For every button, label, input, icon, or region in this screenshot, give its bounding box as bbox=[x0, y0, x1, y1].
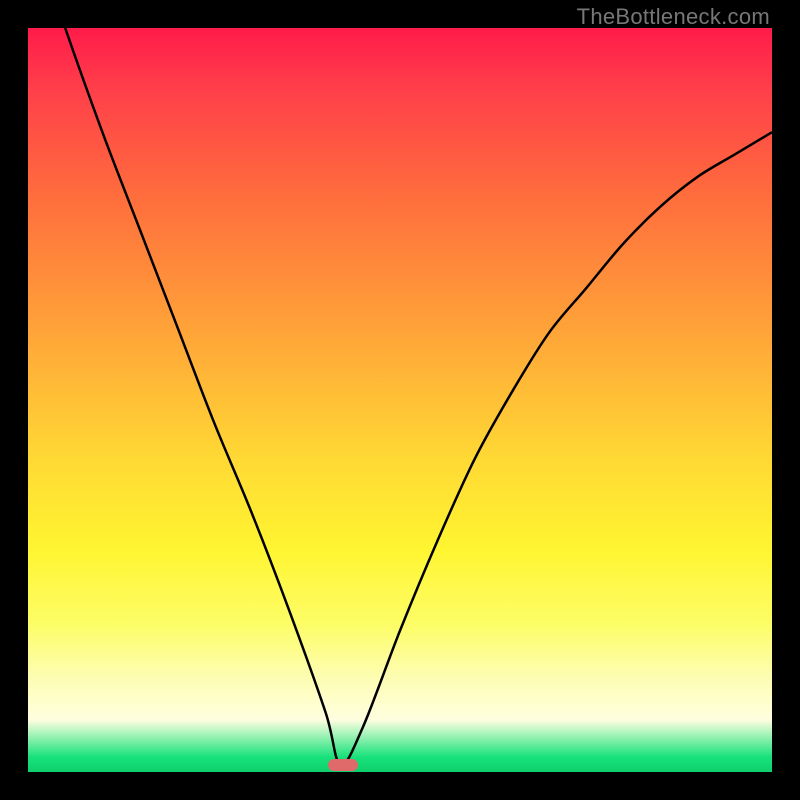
plot-area bbox=[28, 28, 772, 772]
optimal-marker bbox=[328, 759, 358, 771]
chart-frame: TheBottleneck.com bbox=[0, 0, 800, 800]
bottleneck-curve bbox=[28, 28, 772, 772]
curve-line bbox=[28, 28, 772, 765]
attribution-text: TheBottleneck.com bbox=[577, 4, 770, 30]
